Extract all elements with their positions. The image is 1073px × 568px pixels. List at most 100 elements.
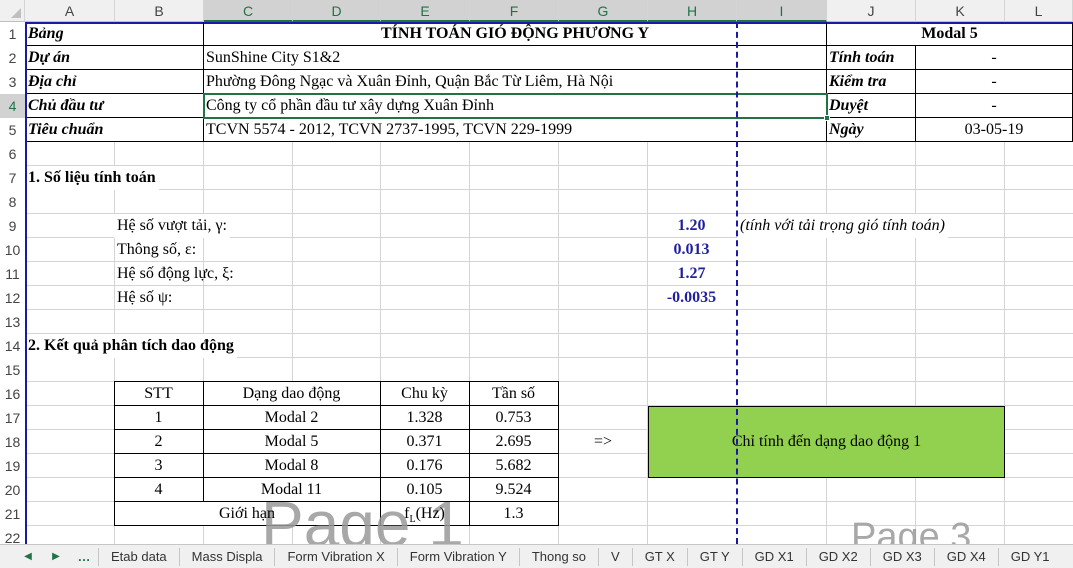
value-chu-dau-tu[interactable]: Công ty cổ phần đầu tư xây dựng Xuân Đỉn…	[203, 94, 497, 118]
column-header-g[interactable]: G	[559, 0, 648, 22]
column-header-j[interactable]: J	[827, 0, 916, 22]
value-du-an: SunShine City S1&2	[206, 49, 341, 66]
param-label-epsilon: Thông số, ε:	[117, 241, 197, 258]
tab-thong-so[interactable]: Thong so	[518, 547, 598, 566]
param-value-gamma: 1.20	[677, 217, 706, 234]
row-header-3[interactable]: 3	[0, 70, 25, 94]
label-ngay: Ngày	[829, 121, 864, 138]
table-cell: 1	[154, 409, 163, 426]
table-cell: 0.176	[406, 457, 443, 474]
label-bang: Bảng	[28, 25, 64, 42]
gridline	[25, 165, 1073, 166]
table-cell: 5.682	[495, 457, 532, 474]
param-label-xi: Hệ số động lực, ξ:	[117, 265, 234, 282]
column-header-l[interactable]: L	[1005, 0, 1073, 22]
param-label-gamma: Hệ số vượt tải, γ:	[114, 214, 230, 238]
tab-scroll-left-icon[interactable]: ◀	[14, 551, 42, 562]
row-header-22[interactable]: 22	[0, 526, 25, 544]
column-header-c[interactable]: C	[204, 0, 293, 22]
more-tabs-icon[interactable]: …	[70, 549, 98, 564]
row-header-7[interactable]: 7	[0, 166, 25, 190]
value-duyet: -	[991, 97, 997, 114]
table-cell: 2.695	[495, 433, 532, 450]
row-header-20[interactable]: 20	[0, 478, 25, 502]
param-label-psi: Hệ số ψ:	[117, 289, 173, 306]
print-area-border	[25, 22, 27, 544]
tab-gt-x[interactable]: GT X	[631, 547, 687, 566]
page-3-watermark: Page 3	[851, 516, 972, 544]
section2-title: 2. Kết quả phân tích dao động	[25, 334, 237, 358]
tab-gd-x1[interactable]: GD X1	[741, 547, 806, 566]
param-value-epsilon: 0.013	[673, 241, 710, 258]
conclusion-box: Chỉ tính đến dạng dao động 1	[648, 406, 1005, 478]
row-header-12[interactable]: 12	[0, 286, 25, 310]
row-header-10[interactable]: 10	[0, 238, 25, 262]
row-header-19[interactable]: 19	[0, 454, 25, 478]
param-value-xi: 1.27	[677, 265, 706, 282]
row-header-1[interactable]: 1	[0, 22, 25, 46]
column-header-i[interactable]: I	[737, 0, 827, 22]
table-cell: 3	[154, 457, 163, 474]
table-cell: Modal 8	[264, 457, 319, 474]
row-header-2[interactable]: 2	[0, 46, 25, 70]
tab-form-vibration-y[interactable]: Form Vibration Y	[396, 547, 519, 566]
tab-v[interactable]: V	[598, 547, 632, 566]
tab-gt-y[interactable]: GT Y	[686, 547, 742, 566]
tab-gd-x4[interactable]: GD X4	[933, 547, 998, 566]
column-header-e[interactable]: E	[381, 0, 470, 22]
tab-form-vibration-x[interactable]: Form Vibration X	[274, 547, 396, 566]
label-kiem-tra: Kiểm tra	[829, 73, 887, 90]
tab-gd-y1[interactable]: GD Y1	[997, 547, 1062, 566]
tab-mass-displa[interactable]: Mass Displa	[178, 547, 275, 566]
row-header-6[interactable]: 6	[0, 142, 25, 166]
row-header-21[interactable]: 21	[0, 502, 25, 526]
row-header-4[interactable]: 4	[0, 94, 25, 118]
value-dia-chi: Phường Đông Ngạc và Xuân Đỉnh, Quận Bắc …	[206, 73, 614, 90]
page-break-line	[736, 22, 738, 544]
sheet-grid[interactable]: Bảng TÍNH TOÁN GIÓ ĐỘNG PHƯƠNG Y Modal 5…	[25, 22, 1073, 544]
table-cell: 9.524	[495, 481, 532, 498]
row-header-5[interactable]: 5	[0, 118, 25, 142]
column-header-b[interactable]: B	[115, 0, 204, 22]
table-header-tan-so: Tần số	[491, 385, 536, 402]
row-header-13[interactable]: 13	[0, 310, 25, 334]
column-header-h[interactable]: H	[648, 0, 737, 22]
row-header-14[interactable]: 14	[0, 334, 25, 358]
label-chu-dau-tu: Chủ đầu tư	[28, 97, 104, 114]
row-header-8[interactable]: 8	[0, 190, 25, 214]
row-header-11[interactable]: 11	[0, 262, 25, 286]
label-du-an: Dự án	[28, 49, 71, 66]
section1-title: 1. Số liệu tính toán	[25, 166, 159, 190]
table-cell: 4	[154, 481, 163, 498]
sheet-tab-bar: ◀ ▶ … Etab data Mass Displa Form Vibrati…	[0, 544, 1073, 568]
column-header-d[interactable]: D	[293, 0, 381, 22]
table-cell: 0.753	[495, 409, 532, 426]
table-cell: Modal 5	[264, 433, 319, 450]
row-header-17[interactable]: 17	[0, 406, 25, 430]
column-header-f[interactable]: F	[470, 0, 559, 22]
sheet-title: TÍNH TOÁN GIÓ ĐỘNG PHƯƠNG Y	[380, 25, 650, 42]
row-header-18[interactable]: 18	[0, 430, 25, 454]
tab-gd-x2[interactable]: GD X2	[805, 547, 870, 566]
arrow-text: =>	[594, 433, 613, 450]
tab-gd-x3[interactable]: GD X3	[869, 547, 934, 566]
tab-scroll-right-icon[interactable]: ▶	[42, 551, 70, 562]
row-header-15[interactable]: 15	[0, 358, 25, 382]
limit-label: Giới hạn	[218, 505, 275, 522]
label-tinh-toan: Tính toán	[829, 49, 895, 66]
tab-etab-data[interactable]: Etab data	[98, 547, 179, 566]
table-header-dang: Dạng dao động	[242, 385, 341, 402]
row-header-16[interactable]: 16	[0, 382, 25, 406]
column-header-k[interactable]: K	[916, 0, 1005, 22]
limit-value: 1.3	[503, 505, 524, 522]
param-value-psi: -0.0035	[666, 289, 717, 306]
row-header-9[interactable]: 9	[0, 214, 25, 238]
column-header-a[interactable]: A	[25, 0, 115, 22]
select-all-corner[interactable]	[0, 0, 25, 22]
gridline	[25, 309, 1073, 310]
row2-border	[25, 45, 827, 70]
limit-unit: fL(Hz)	[380, 502, 469, 526]
label-duyet: Duyệt	[829, 97, 869, 114]
gridline	[25, 189, 1073, 190]
table-header-chu-ky: Chu kỳ	[401, 385, 448, 402]
